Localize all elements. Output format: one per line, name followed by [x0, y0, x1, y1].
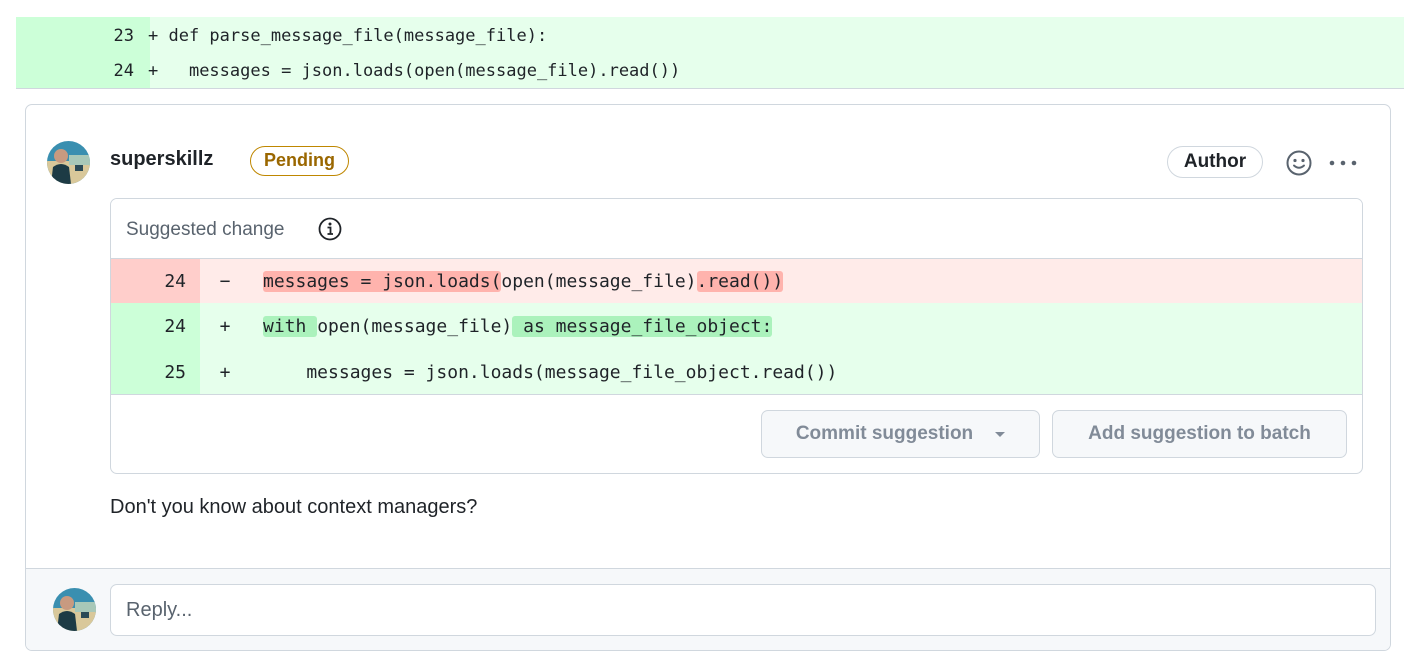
diff-sign: −: [219, 270, 231, 292]
avatar-image: [47, 141, 90, 184]
code-text: open(message_file): [317, 316, 513, 337]
reply-footer: [26, 568, 1390, 650]
pending-badge: Pending: [250, 146, 349, 176]
code-text: def parse_message_file(message_file):: [158, 25, 548, 46]
added-line: 24 + with open(message_file) as message_…: [111, 303, 1362, 350]
added-highlight: as message_file_object:: [512, 316, 773, 337]
add-suggestion-to-batch-button[interactable]: Add suggestion to batch: [1052, 410, 1347, 458]
reply-input[interactable]: [110, 584, 1376, 636]
code-line: + def parse_message_file(message_file):: [148, 26, 547, 46]
deleted-highlight: messages = json.loads(: [263, 270, 502, 292]
code-text: open(message_file): [501, 270, 697, 292]
commit-suggestion-label: Commit suggestion: [795, 423, 974, 444]
suggested-change-header: Suggested change: [111, 199, 1362, 259]
suggested-change: Suggested change 24 − messages = json.lo…: [110, 198, 1363, 474]
author-badge: Author: [1167, 146, 1263, 178]
caret-down-icon[interactable]: [995, 431, 1006, 437]
info-icon[interactable]: [317, 216, 343, 242]
diff-sign: +: [148, 60, 159, 81]
code-text: messages = json.loads(message_file_objec…: [263, 361, 838, 383]
line-number[interactable]: 24: [111, 303, 200, 350]
diff-sign: +: [219, 361, 231, 383]
diff-sign: +: [219, 316, 231, 337]
diff-line[interactable]: 23 + def parse_message_file(message_file…: [16, 18, 1404, 53]
add-to-batch-label: Add suggestion to batch: [1088, 423, 1311, 444]
review-comment: superskillz Pending Author Suggested cha…: [25, 104, 1391, 651]
deleted-highlight: .read()): [696, 270, 784, 292]
code-line: messages = json.loads(open(message_file)…: [263, 270, 784, 292]
kebab-horizontal-icon[interactable]: [1328, 159, 1358, 167]
deleted-line: 24 − messages = json.loads(open(message_…: [111, 259, 1362, 303]
line-number[interactable]: 23: [16, 26, 134, 46]
smiley-icon[interactable]: [1285, 149, 1313, 177]
diff-context: 23 + def parse_message_file(message_file…: [16, 17, 1404, 89]
comment-author[interactable]: superskillz: [110, 148, 213, 171]
line-number[interactable]: 24: [16, 61, 134, 81]
added-line: 25 + messages = json.loads(message_file_…: [111, 350, 1362, 394]
code-line: messages = json.loads(message_file_objec…: [263, 362, 837, 383]
commit-suggestion-button[interactable]: Commit suggestion: [761, 410, 1040, 458]
avatar-image: [53, 588, 96, 631]
line-number[interactable]: 25: [111, 350, 200, 394]
code-text: messages = json.loads(open(message_file)…: [158, 60, 681, 81]
diff-line[interactable]: 24 + messages = json.loads(open(message_…: [16, 53, 1404, 88]
comment-body: Don't you know about context managers?: [110, 496, 478, 518]
diff-sign: +: [148, 25, 159, 46]
suggested-change-title: Suggested change: [126, 219, 285, 240]
divider: [111, 394, 1362, 395]
avatar[interactable]: [53, 588, 96, 631]
code-line: with open(message_file) as message_file_…: [263, 316, 773, 337]
added-highlight: with: [263, 316, 318, 337]
line-number[interactable]: 24: [111, 259, 200, 303]
code-line: + messages = json.loads(open(message_fil…: [148, 61, 680, 81]
avatar[interactable]: [47, 141, 90, 184]
